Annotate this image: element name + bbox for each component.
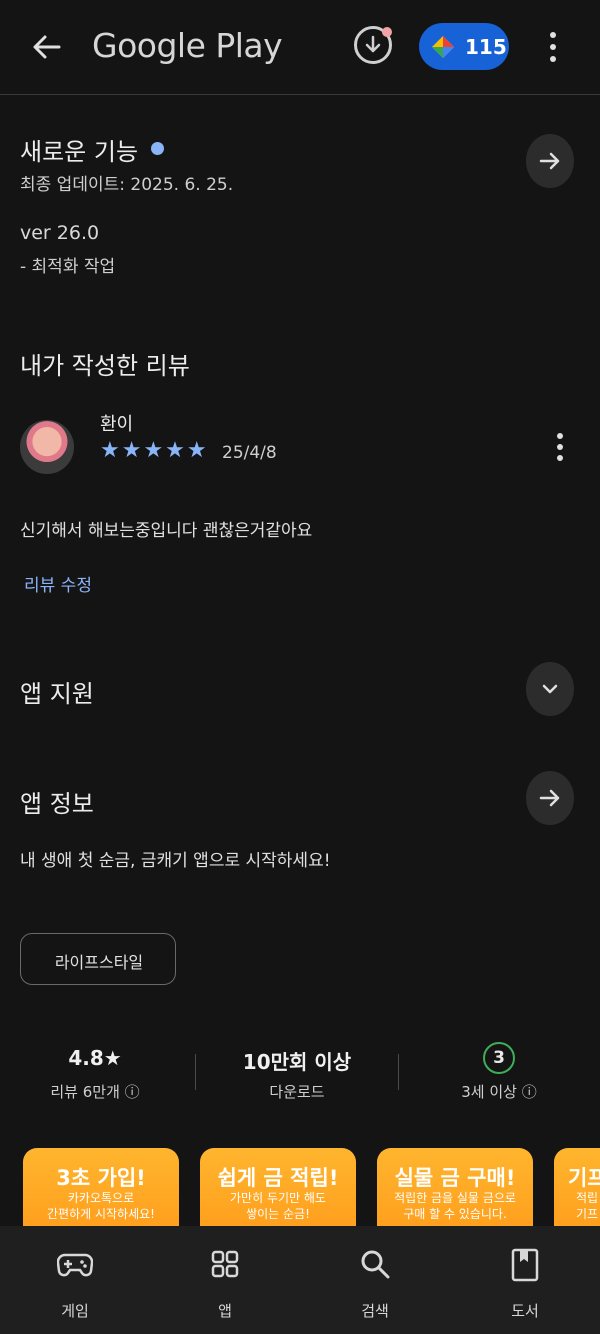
whats-new-arrow-button[interactable] xyxy=(526,134,574,188)
category-chip[interactable]: 라이프스타일 xyxy=(20,933,176,985)
review-author: 환이 xyxy=(100,414,134,435)
play-points-count: 115 xyxy=(465,35,507,59)
age-rating-label[interactable]: 3세 이상 ⓘ xyxy=(424,1081,574,1102)
review-stars: ★★★★★ xyxy=(100,438,209,463)
whats-new-title: 새로운 기능 xyxy=(20,138,139,166)
my-review-title: 내가 작성한 리뷰 xyxy=(20,352,190,380)
more-options-icon[interactable] xyxy=(546,30,560,64)
google-play-logo-text: Google Play xyxy=(92,26,283,65)
review-date: 25/4/8 xyxy=(222,443,277,463)
screenshot-title: 기프 xyxy=(568,1166,600,1190)
back-arrow-icon[interactable] xyxy=(28,28,66,66)
notification-dot xyxy=(382,27,392,37)
nav-games-label[interactable]: 게임 xyxy=(25,1300,125,1321)
edit-review-link[interactable]: 리뷰 수정 xyxy=(24,571,92,596)
review-more-options-icon[interactable] xyxy=(553,432,567,462)
app-description: 내 생애 첫 순금, 금캐기 앱으로 시작하세요! xyxy=(20,851,331,871)
screenshot-title: 3초 가입! xyxy=(56,1166,146,1190)
downloads-label: 다운로드 xyxy=(269,1083,325,1101)
last-updated: 최종 업데이트: 2025. 6. 25. xyxy=(20,175,234,195)
update-note: - 최적화 작업 xyxy=(20,257,116,277)
chevron-down-icon xyxy=(542,684,558,694)
search-icon[interactable] xyxy=(359,1248,391,1280)
version-text: ver 26.0 xyxy=(20,222,100,244)
rating-value: 4.8★ xyxy=(68,1046,122,1070)
screenshot-caption: 가만히 두기만 해도 쌓이는 순금! xyxy=(230,1191,326,1221)
app-support-title: 앱 지원 xyxy=(20,680,94,708)
category-chip-label: 라이프스타일 xyxy=(54,953,144,972)
app-info-arrow-button[interactable] xyxy=(526,771,574,825)
arrow-right-icon xyxy=(539,152,560,170)
arrow-right-icon xyxy=(539,789,560,807)
app-info-title: 앱 정보 xyxy=(20,790,94,818)
divider xyxy=(195,1054,196,1090)
screenshot-title: 실물 금 구매! xyxy=(394,1166,516,1190)
new-indicator-dot xyxy=(151,142,164,155)
age-rating-badge: 3 xyxy=(483,1042,515,1074)
screenshot-caption: 카카오톡으로 간편하게 시작하세요! xyxy=(47,1191,155,1221)
apps-grid-icon[interactable] xyxy=(211,1250,239,1278)
screenshot-caption: 적립 기프 xyxy=(576,1191,599,1221)
nav-books-label[interactable]: 도서 xyxy=(475,1300,575,1321)
play-points-diamond-icon xyxy=(431,35,455,59)
screenshot-caption: 적립한 금을 실물 금으로 구매 할 수 있습니다. xyxy=(394,1191,516,1221)
gamepad-icon[interactable] xyxy=(56,1250,94,1280)
nav-search-label[interactable]: 검색 xyxy=(325,1300,425,1321)
review-count[interactable]: 리뷰 6만개 ⓘ xyxy=(20,1081,170,1102)
nav-apps-label[interactable]: 앱 xyxy=(175,1300,275,1321)
book-icon[interactable] xyxy=(511,1248,539,1282)
top-app-bar xyxy=(0,0,600,95)
downloads-value: 10만회 이상 xyxy=(242,1050,352,1074)
app-support-expand-button[interactable] xyxy=(526,662,574,716)
review-text: 신기해서 해보는중입니다 괜찮은거같아요 xyxy=(20,521,313,541)
screenshot-title: 쉽게 금 적립! xyxy=(217,1166,339,1190)
avatar xyxy=(20,420,74,474)
divider xyxy=(398,1054,399,1090)
